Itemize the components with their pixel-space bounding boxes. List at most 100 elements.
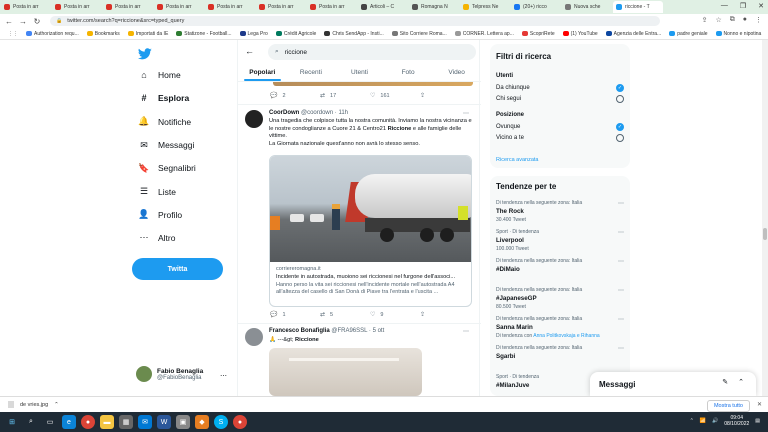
- advanced-search-link[interactable]: Ricerca avanzata: [496, 157, 539, 163]
- browser-tab[interactable]: Posta in arr: [307, 1, 357, 13]
- store-icon[interactable]: ▦: [119, 415, 133, 429]
- trend-item[interactable]: Di tendenza nella seguente zona: Italia #…: [496, 287, 624, 310]
- reload-icon[interactable]: ↻: [32, 17, 42, 26]
- reply-button[interactable]: 💬 2: [270, 92, 320, 100]
- messages-drawer[interactable]: Messaggi ✎ ⌃: [590, 372, 756, 396]
- radio-anyone[interactable]: ✓: [616, 84, 624, 92]
- browser-tab[interactable]: Nuova sche: [562, 1, 612, 13]
- volume-icon[interactable]: 🔊: [712, 418, 718, 424]
- bookmark-item[interactable]: Nonno e nipotina: [715, 31, 761, 37]
- share-tweet-button[interactable]: ⇪: [420, 311, 470, 318]
- expand-icon[interactable]: ⌃: [738, 378, 744, 386]
- trend-more-icon[interactable]: ⋯: [618, 258, 624, 265]
- forward-icon[interactable]: →: [18, 17, 28, 26]
- sidebar-item-messaggi[interactable]: ✉ Messaggi: [138, 140, 194, 151]
- browser-tab[interactable]: Romagna N: [409, 1, 459, 13]
- browser-tab[interactable]: Articoli – C: [358, 1, 408, 13]
- trend-related-link[interactable]: Anna Politkovskaja e Rihanna: [533, 333, 599, 339]
- browser-tab[interactable]: Posta in arr: [154, 1, 204, 13]
- tab-utenti[interactable]: Utenti: [335, 66, 384, 81]
- tab-video[interactable]: Video: [432, 66, 481, 81]
- tweet-avatar[interactable]: [245, 110, 263, 128]
- tweet-more-icon[interactable]: ⋯: [463, 328, 469, 335]
- sidebar-item-profilo[interactable]: 👤 Profilo: [138, 209, 182, 220]
- browser-tab[interactable]: riccione - T: [613, 1, 663, 13]
- browser-tab[interactable]: Posta in arr: [1, 1, 51, 13]
- word-icon[interactable]: W: [157, 415, 171, 429]
- mail-icon[interactable]: ✉: [138, 415, 152, 429]
- bookmark-item[interactable]: Sito Corriere Roma...: [391, 31, 447, 37]
- tab-foto[interactable]: Foto: [384, 66, 433, 81]
- reply-button[interactable]: 💬 1: [270, 311, 320, 319]
- browser-tab[interactable]: Posta in arr: [103, 1, 153, 13]
- filter-option-following[interactable]: Chi segui: [496, 96, 521, 102]
- page-scrollbar[interactable]: [762, 40, 768, 396]
- minimize-icon[interactable]: —: [721, 2, 728, 10]
- trend-more-icon[interactable]: ⋯: [618, 200, 624, 207]
- trend-item[interactable]: Di tendenza nella seguente zona: Italia #…: [496, 258, 624, 273]
- menu-icon[interactable]: ⋮: [755, 16, 762, 24]
- trend-item[interactable]: Di tendenza nella seguente zona: Italia S…: [496, 345, 624, 360]
- like-button[interactable]: ♡ 9: [370, 311, 420, 319]
- twitter-logo-icon[interactable]: [137, 48, 152, 63]
- link-card[interactable]: corriereromagna.it Incidente in autostra…: [269, 155, 472, 307]
- share-icon[interactable]: ⇪: [702, 16, 708, 24]
- show-all-button[interactable]: Mostra tutto: [706, 400, 750, 412]
- sidebar-item-liste[interactable]: ☰ Liste: [138, 186, 176, 197]
- search-icon[interactable]: ⌕: [24, 415, 38, 429]
- trend-item[interactable]: Di tendenza nella seguente zona: Italia S…: [496, 316, 624, 339]
- profile-icon[interactable]: ●: [743, 16, 747, 24]
- skype-icon[interactable]: S: [214, 415, 228, 429]
- tweet-author-name[interactable]: CoorDown: [269, 110, 299, 116]
- sidebar-item-segnalibri[interactable]: 🔖 Segnalibri: [138, 163, 195, 174]
- trend-more-icon[interactable]: ⋯: [618, 229, 624, 236]
- bookmark-item[interactable]: Bookmarks: [86, 31, 120, 37]
- bookmark-item[interactable]: Crédit Agricole: [275, 31, 316, 37]
- bookmark-item[interactable]: (1) YouTube: [562, 31, 598, 37]
- edge-icon[interactable]: e: [62, 415, 76, 429]
- tweet-more-icon[interactable]: ⋯: [463, 110, 469, 117]
- filter-option-everywhere[interactable]: Ovunque: [496, 124, 520, 130]
- browser-tab[interactable]: Posta in arr: [52, 1, 102, 13]
- app-icon[interactable]: ◆: [195, 415, 209, 429]
- bookmark-item[interactable]: Agenzia delle Entra...: [605, 31, 661, 37]
- trend-item[interactable]: Sport · Di tendenza Liverpool 100.000 Twee…: [496, 229, 624, 252]
- back-arrow-icon[interactable]: ←: [245, 46, 254, 56]
- tweet-button[interactable]: Twitta: [132, 258, 223, 280]
- maximize-icon[interactable]: ❐: [740, 2, 746, 10]
- star-icon[interactable]: ☆: [715, 16, 721, 24]
- tweet-author-name[interactable]: Francesco Bonafiglia: [269, 328, 330, 334]
- bookmark-item[interactable]: Chris SendApp - Insti...: [324, 31, 384, 37]
- windows-start-icon[interactable]: ⊞: [5, 415, 19, 429]
- bookmark-item[interactable]: Lega Pro: [239, 31, 268, 37]
- tweet-image[interactable]: [269, 348, 422, 396]
- close-icon[interactable]: ✕: [758, 2, 764, 10]
- browser-tab[interactable]: (20+) ricco: [511, 1, 561, 13]
- tab-popolari[interactable]: Popolari: [238, 66, 287, 81]
- chrome-icon[interactable]: ●: [81, 415, 95, 429]
- sidebar-item-esplora[interactable]: # Esplora: [138, 93, 189, 103]
- share-tweet-button[interactable]: ⇪: [420, 92, 470, 99]
- tray-chevron-icon[interactable]: ⌃: [690, 418, 694, 424]
- trend-item[interactable]: Di tendenza nella seguente zona: Italia T…: [496, 200, 624, 223]
- close-download-icon[interactable]: ✕: [757, 401, 762, 408]
- bookmark-item[interactable]: padre geniale: [669, 31, 708, 37]
- bookmark-item[interactable]: Importati da IE: [127, 31, 168, 37]
- like-button[interactable]: ♡ 161: [370, 92, 420, 100]
- bookmark-item[interactable]: ScopriRete: [521, 31, 555, 37]
- task-view-icon[interactable]: ▭: [43, 415, 57, 429]
- extensions-icon[interactable]: ⧉: [730, 16, 735, 24]
- radio-near-you[interactable]: [616, 134, 624, 142]
- browser-tab[interactable]: Posta in arr: [256, 1, 306, 13]
- account-more-icon[interactable]: ⋯: [220, 372, 227, 380]
- previous-tweet-image[interactable]: [273, 82, 473, 86]
- chrome-icon[interactable]: ●: [233, 415, 247, 429]
- back-icon[interactable]: ←: [4, 17, 14, 26]
- new-message-icon[interactable]: ✎: [722, 378, 728, 386]
- network-icon[interactable]: 📶: [700, 418, 706, 424]
- account-switcher[interactable]: Fabio Benaglia @FabioBenaglia: [136, 366, 203, 382]
- clock[interactable]: 09:04 08/10/2022: [724, 415, 749, 427]
- browser-tab[interactable]: Telpress Ne: [460, 1, 510, 13]
- bookmark-item[interactable]: Authorization requ...: [26, 31, 79, 37]
- chevron-up-icon[interactable]: ⌃: [54, 402, 59, 408]
